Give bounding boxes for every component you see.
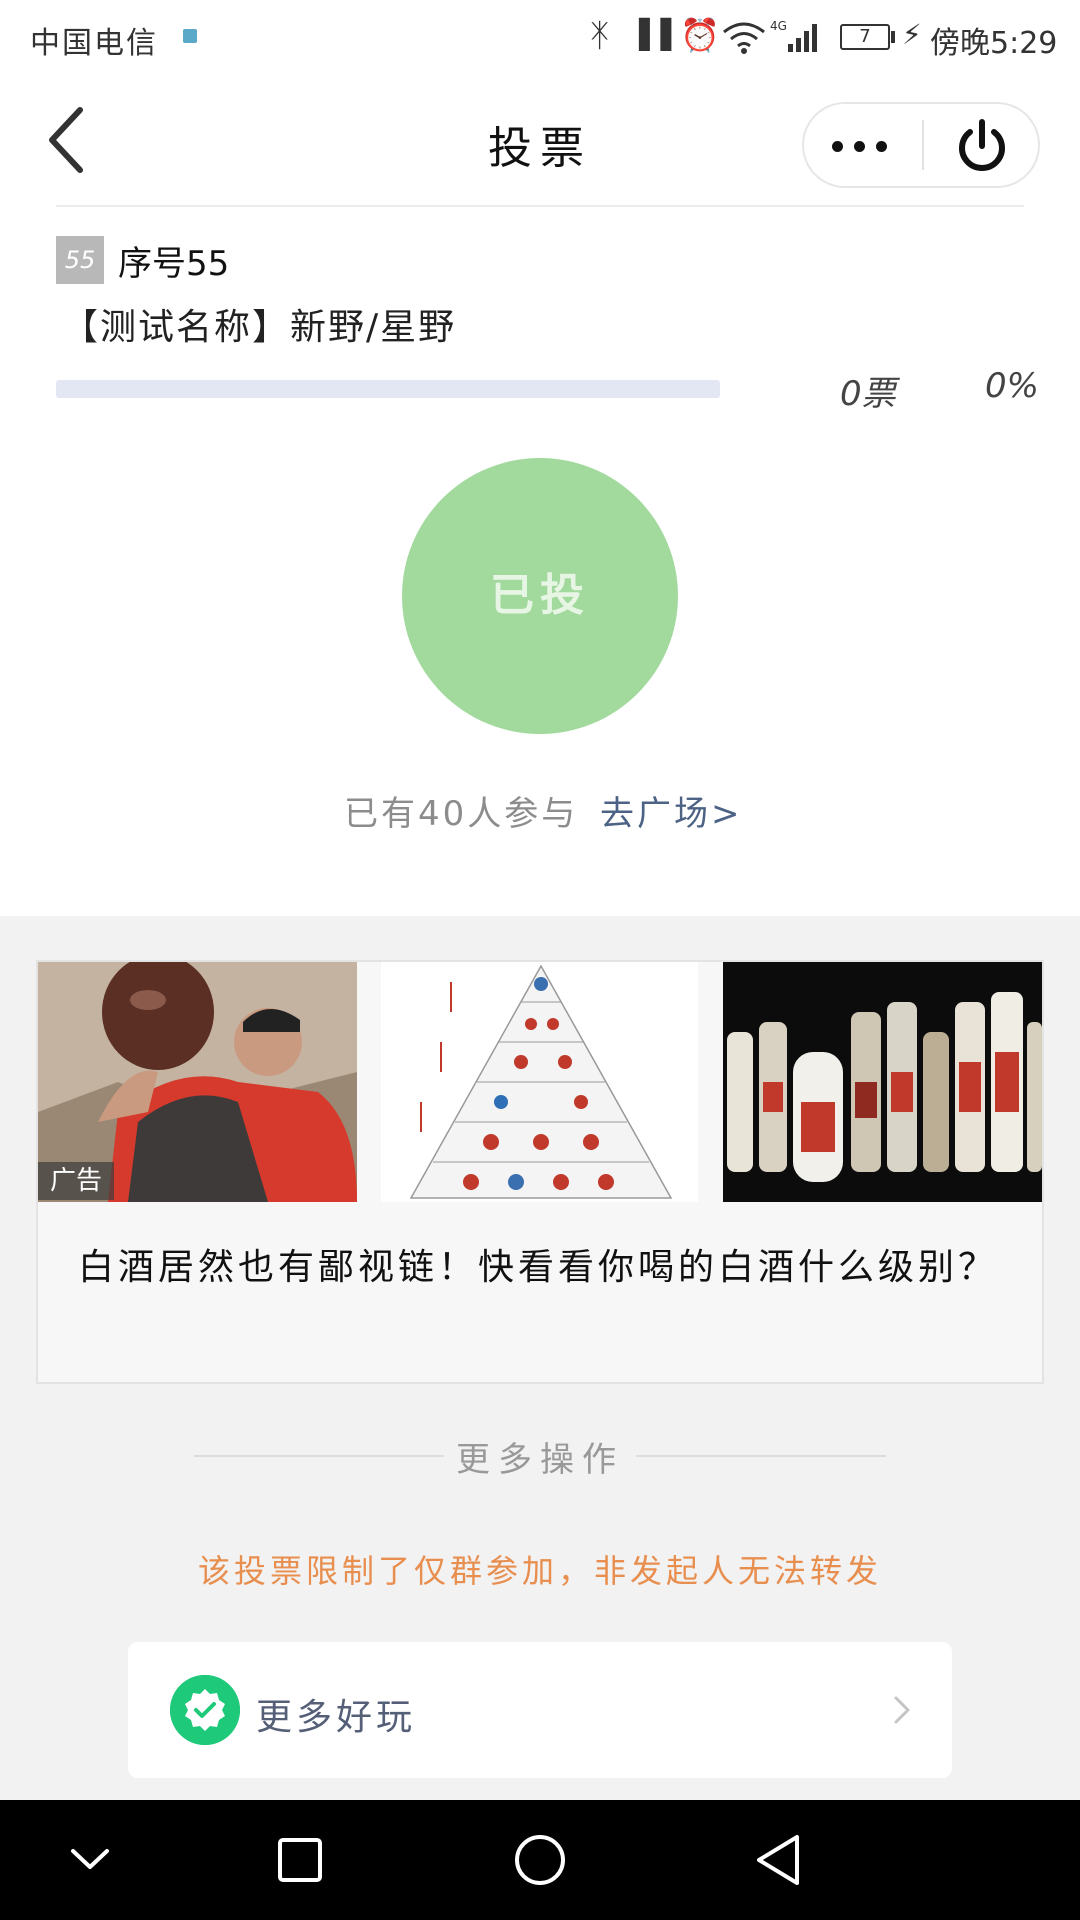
home-button[interactable] [505, 1825, 575, 1895]
more-fun-label: 更多好玩 [256, 1697, 417, 1738]
power-icon [959, 119, 1005, 171]
square-icon [278, 1838, 322, 1882]
svg-text:4G: 4G [770, 19, 787, 33]
forward-restriction-notice: 该投票限制了仅群参加，非发起人无法转发 [197, 1552, 882, 1590]
ad-tag: 广告 [38, 1162, 114, 1200]
voted-button[interactable]: 已投 [402, 458, 678, 734]
option-serial-badge: 55 [56, 236, 104, 284]
more-dot-icon [876, 141, 887, 152]
divider [56, 205, 1024, 207]
recents-button[interactable] [265, 1825, 335, 1895]
hd-icon [183, 29, 197, 43]
option-vote-count: 0票 [840, 374, 896, 414]
battery-tip [891, 31, 895, 43]
back-nav-button[interactable] [745, 1825, 815, 1895]
bluetooth-icon: ᛡ [590, 16, 610, 54]
option-name: 【测试名称】新野/星野 [62, 307, 457, 348]
chevron-down-icon [71, 1849, 109, 1869]
close-button[interactable] [950, 114, 1014, 178]
more-dot-icon [854, 141, 865, 152]
charging-icon: ⚡ [902, 18, 922, 51]
ad-image-liquor-bottles[interactable] [723, 962, 1042, 1202]
signal-4g-icon: 4G [770, 19, 817, 52]
ad-headline[interactable]: 白酒居然也有鄙视链！快看看你喝的白酒什么级别？ [78, 1236, 1018, 1300]
verified-badge-icon [170, 1675, 240, 1745]
participant-count: 已有40人参与 [344, 794, 579, 834]
chevron-right-icon [890, 1690, 916, 1730]
hide-nav-button[interactable] [55, 1825, 125, 1895]
ad-image-pyramid-chart[interactable] [381, 962, 698, 1202]
capsule-divider [922, 120, 924, 170]
alarm-icon: ⏰ [680, 16, 720, 54]
wifi-icon [723, 22, 765, 54]
circle-icon [515, 1835, 565, 1885]
more-actions-title: 更多操作 [456, 1440, 624, 1480]
vibrate-icon: ▐▐ [628, 18, 672, 51]
more-dot-icon [832, 141, 843, 152]
triangle-back-icon [757, 1835, 799, 1885]
status-time: 傍晚5:29 [930, 26, 1058, 61]
vote-progress-bar [56, 380, 720, 398]
option-serial-label: 序号55 [118, 244, 230, 284]
voted-label: 已投 [490, 571, 590, 620]
more-fun-entry[interactable] [128, 1642, 952, 1778]
option-vote-percent: 0% [985, 366, 1039, 406]
carrier-name: 中国电信 [30, 26, 158, 61]
go-to-plaza-link[interactable]: 去广场> [600, 786, 743, 835]
battery-icon: 7 [840, 24, 890, 50]
